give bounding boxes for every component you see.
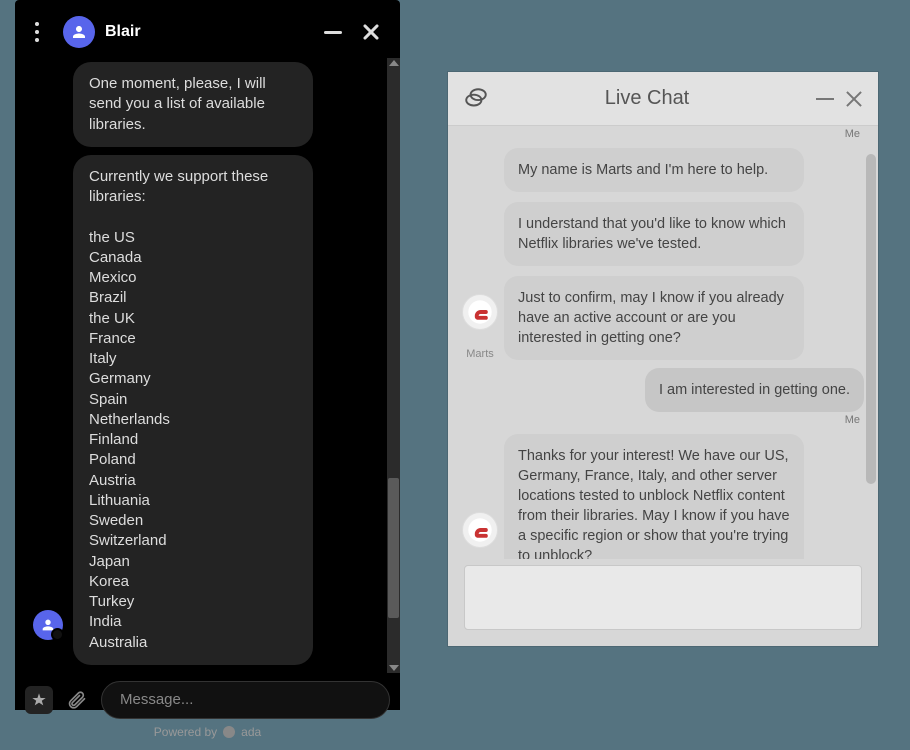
agent-message-bubble: Thanks for your interest! We have our US… bbox=[504, 434, 804, 559]
expressvpn-logo-icon bbox=[467, 299, 493, 325]
agent-message-bubble: I understand that you'd like to know whi… bbox=[504, 202, 804, 266]
dark-chat-footer: Message... Powered by ada bbox=[15, 673, 400, 743]
light-chat-header: Live Chat bbox=[448, 72, 878, 126]
dark-messages: One moment, please, I will send you a li… bbox=[15, 58, 387, 673]
person-icon bbox=[40, 617, 56, 633]
agent-message-group: Marts My name is Marts and I'm here to h… bbox=[462, 148, 864, 360]
kebab-menu-icon[interactable] bbox=[25, 20, 49, 44]
agent-name: Blair bbox=[105, 23, 306, 41]
powered-by-name: ada bbox=[241, 725, 261, 739]
agent-message-bubble: My name is Marts and I'm here to help. bbox=[504, 148, 804, 192]
light-chat-body: Me Marts My name is Marts and I'm here t… bbox=[448, 126, 878, 559]
minimize-button[interactable] bbox=[816, 98, 834, 100]
scroll-thumb[interactable] bbox=[866, 154, 876, 484]
close-button[interactable] bbox=[844, 89, 864, 109]
attachment-icon[interactable] bbox=[63, 686, 91, 714]
dark-messages-wrap: One moment, please, I will send you a li… bbox=[15, 58, 400, 673]
agent-message-bubble: Currently we support these libraries: th… bbox=[73, 155, 313, 665]
light-chat-window: Live Chat Me Marts My name is Marts and … bbox=[448, 72, 878, 646]
user-message-bubble: I am interested in getting one. bbox=[645, 368, 864, 412]
message-input[interactable] bbox=[464, 565, 862, 630]
agent-message-bubble: One moment, please, I will send you a li… bbox=[73, 62, 313, 147]
message-input[interactable]: Message... bbox=[101, 681, 390, 719]
presence-avatar bbox=[33, 610, 63, 640]
expressvpn-logo-icon bbox=[467, 517, 493, 543]
emoji-icon[interactable] bbox=[25, 686, 53, 714]
scrollbar[interactable] bbox=[387, 58, 400, 673]
user-message-group: I am interested in getting one. bbox=[508, 368, 864, 412]
minimize-button[interactable] bbox=[324, 31, 342, 34]
scroll-down-icon[interactable] bbox=[389, 665, 399, 671]
scroll-track[interactable] bbox=[387, 66, 400, 665]
powered-by-prefix: Powered by bbox=[154, 725, 217, 739]
agent-name-label: Marts bbox=[466, 348, 494, 360]
agent-avatar bbox=[462, 512, 498, 548]
person-icon bbox=[70, 23, 88, 41]
close-button[interactable] bbox=[360, 21, 382, 43]
agent-avatar bbox=[462, 294, 498, 330]
sender-label-me: Me bbox=[448, 128, 864, 140]
input-placeholder: Message... bbox=[120, 691, 193, 708]
ada-logo-icon bbox=[223, 726, 235, 738]
scrollbar[interactable] bbox=[866, 134, 876, 551]
scroll-thumb[interactable] bbox=[388, 478, 399, 618]
dark-chat-window: Blair One moment, please, I will send yo… bbox=[15, 0, 400, 710]
powered-by: Powered by ada bbox=[25, 719, 390, 739]
agent-message-bubble: Just to confirm, may I know if you alrea… bbox=[504, 276, 804, 360]
dark-chat-header: Blair bbox=[15, 0, 400, 58]
agent-message-group: Marts Thanks for your interest! We have … bbox=[462, 434, 864, 559]
live-chat-title: Live Chat bbox=[478, 87, 816, 110]
sender-label-me: Me bbox=[448, 414, 864, 426]
agent-avatar bbox=[63, 16, 95, 48]
